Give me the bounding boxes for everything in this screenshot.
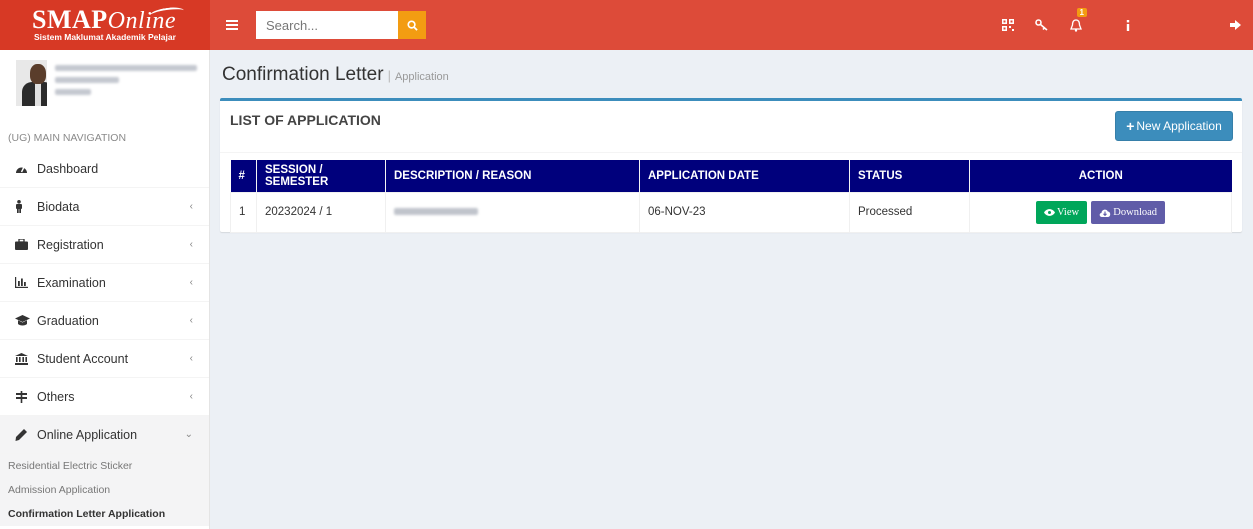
online-application-submenu: Residential Electric Sticker Admission A… bbox=[0, 454, 209, 526]
briefcase-icon bbox=[15, 239, 37, 250]
cell-actions: View Download bbox=[969, 191, 1232, 233]
key-icon[interactable] bbox=[1025, 0, 1059, 50]
column-header-number: # bbox=[230, 160, 257, 192]
search-input[interactable] bbox=[256, 11, 398, 39]
table-row: 1 20232024 / 1 06-NOV-23 Processed View … bbox=[230, 191, 1232, 233]
sidebar-item-biodata[interactable]: Biodata ‹ bbox=[0, 188, 209, 226]
application-list-box: LIST OF APPLICATION + New Application # … bbox=[220, 98, 1242, 233]
sidebar-item-registration[interactable]: Registration ‹ bbox=[0, 226, 209, 264]
plus-icon: + bbox=[1126, 118, 1135, 134]
column-header-description: DESCRIPTION / REASON bbox=[385, 160, 640, 192]
page-subtitle: Application bbox=[394, 71, 449, 83]
chevron-left-icon: ‹ bbox=[189, 315, 193, 326]
chevron-left-icon: ‹ bbox=[189, 201, 193, 212]
search-icon bbox=[406, 19, 418, 31]
box-title: LIST OF APPLICATION bbox=[230, 112, 381, 128]
chevron-left-icon: ‹ bbox=[189, 353, 193, 364]
cell-description-redacted bbox=[385, 191, 640, 233]
sidebar-item-examination[interactable]: Examination ‹ bbox=[0, 264, 209, 302]
column-header-date: APPLICATION DATE bbox=[639, 160, 850, 192]
user-panel bbox=[0, 50, 209, 112]
logo-text: SMAP bbox=[32, 5, 108, 34]
view-label: View bbox=[1056, 206, 1080, 218]
page-title-separator: | bbox=[387, 68, 391, 83]
box-header: LIST OF APPLICATION + New Application bbox=[220, 101, 1242, 153]
avatar bbox=[16, 60, 47, 106]
pencil-icon bbox=[15, 428, 37, 441]
cell-status: Processed bbox=[849, 191, 970, 233]
chevron-down-icon: ⌄ bbox=[184, 429, 193, 440]
cell-number: 1 bbox=[230, 191, 257, 233]
new-application-button[interactable]: + New Application bbox=[1115, 111, 1233, 141]
app-logo[interactable]: SMAPOnline Sistem Maklumat Akademik Pela… bbox=[0, 0, 210, 50]
sidebar-item-label: Graduation bbox=[37, 313, 99, 328]
download-label: Download bbox=[1113, 206, 1158, 218]
view-button[interactable]: View bbox=[1035, 200, 1088, 224]
sidebar-item-student-account[interactable]: Student Account ‹ bbox=[0, 340, 209, 378]
sidebar: (UG) MAIN NAVIGATION Dashboard Biodata ‹… bbox=[0, 50, 210, 529]
sidebar-item-dashboard[interactable]: Dashboard bbox=[0, 150, 209, 188]
content-header: Confirmation Letter | Application bbox=[222, 64, 449, 86]
menu-toggle-icon[interactable] bbox=[210, 0, 254, 50]
sidebar-item-label: Registration bbox=[37, 237, 104, 252]
logo-subtitle: Sistem Maklumat Akademik Pelajar bbox=[34, 32, 176, 42]
notification-badge: 1 bbox=[1076, 8, 1087, 17]
bank-icon bbox=[15, 352, 37, 365]
dashboard-icon bbox=[15, 163, 37, 174]
eye-icon bbox=[1043, 208, 1055, 216]
sidebar-item-label: Others bbox=[37, 389, 75, 404]
submenu-item-confirmation-letter-application[interactable]: Confirmation Letter Application bbox=[0, 502, 209, 526]
submenu-item-admission-application[interactable]: Admission Application bbox=[0, 478, 209, 502]
bar-chart-icon bbox=[15, 277, 37, 288]
submenu-item-residential-electric-sticker[interactable]: Residential Electric Sticker bbox=[0, 454, 209, 478]
column-header-action: ACTION bbox=[969, 160, 1232, 192]
top-icons: 1 bbox=[991, 0, 1253, 50]
cell-date: 06-NOV-23 bbox=[639, 191, 850, 233]
sidebar-item-label: Online Application bbox=[37, 427, 138, 442]
sidebar-item-graduation[interactable]: Graduation ‹ bbox=[0, 302, 209, 340]
info-icon[interactable] bbox=[1093, 0, 1163, 50]
chevron-left-icon: ‹ bbox=[189, 277, 193, 288]
column-header-session: SESSION / SEMESTER bbox=[256, 160, 386, 192]
sidebar-item-online-application[interactable]: Online Application ⌄ bbox=[0, 416, 209, 454]
sidebar-item-label: Student Account bbox=[37, 351, 129, 366]
page-title: Confirmation Letter bbox=[222, 64, 384, 85]
column-header-status: STATUS bbox=[849, 160, 970, 192]
sign-out-icon[interactable] bbox=[1163, 0, 1253, 50]
top-navbar: SMAPOnline Sistem Maklumat Akademik Pela… bbox=[0, 0, 1253, 50]
cloud-download-icon bbox=[1099, 209, 1111, 217]
sidebar-item-label: Biodata bbox=[37, 199, 80, 214]
graduation-cap-icon bbox=[15, 315, 37, 326]
sidebar-item-others[interactable]: Others ‹ bbox=[0, 378, 209, 416]
new-application-label: New Application bbox=[1136, 119, 1222, 133]
male-icon bbox=[15, 200, 37, 213]
nav-header: (UG) MAIN NAVIGATION bbox=[8, 132, 127, 144]
search-form bbox=[256, 11, 426, 39]
user-info-redacted bbox=[55, 60, 197, 112]
sidebar-item-label: Examination bbox=[37, 275, 106, 290]
signpost-icon bbox=[15, 390, 37, 403]
table-header-row: # SESSION / SEMESTER DESCRIPTION / REASO… bbox=[230, 160, 1232, 192]
chevron-left-icon: ‹ bbox=[189, 391, 193, 402]
bell-icon[interactable]: 1 bbox=[1059, 0, 1093, 50]
chevron-left-icon: ‹ bbox=[189, 239, 193, 250]
search-button[interactable] bbox=[398, 11, 426, 39]
qrcode-icon[interactable] bbox=[991, 0, 1025, 50]
sidebar-item-label: Dashboard bbox=[37, 161, 99, 176]
cell-session: 20232024 / 1 bbox=[256, 191, 386, 233]
download-button[interactable]: Download bbox=[1091, 200, 1166, 224]
application-table: # SESSION / SEMESTER DESCRIPTION / REASO… bbox=[230, 160, 1232, 233]
